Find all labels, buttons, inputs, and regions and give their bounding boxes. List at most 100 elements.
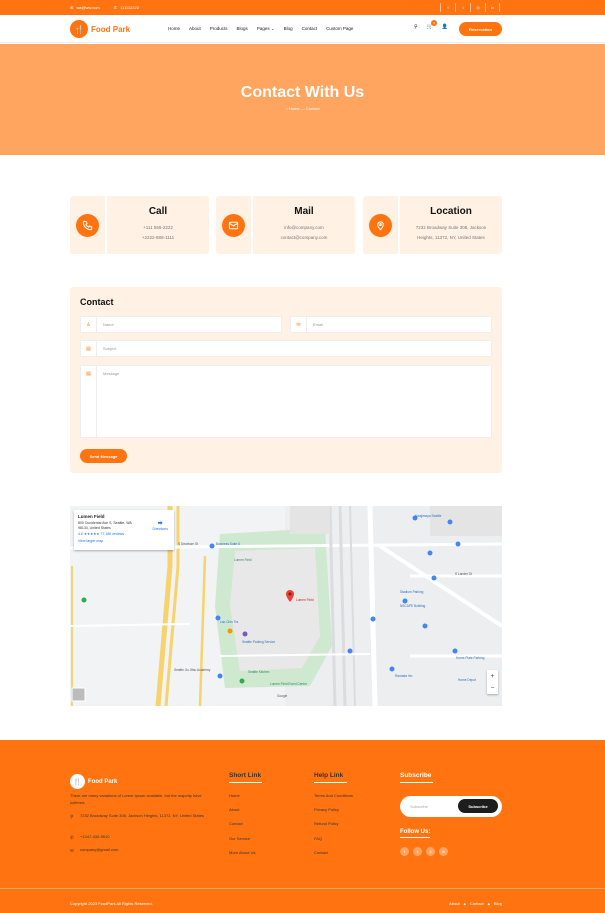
reservation-button[interactable]: Reservation (459, 22, 502, 36)
footer-logo[interactable]: 🍴 Food Park (70, 774, 117, 789)
bottom-link-about[interactable]: About (449, 901, 459, 906)
email-placeholder: Email (313, 322, 324, 327)
map-label: Lao Chin Tra (220, 620, 239, 624)
footer-link[interactable]: More About Us (229, 850, 255, 855)
site-logo[interactable]: 🍴 Food Park (70, 20, 130, 38)
instagram-icon[interactable]: ◎ (426, 847, 435, 856)
breadcrumb: ⌂ Home — Contact (0, 106, 605, 111)
footer-about: There are many variations of Lorem Ipsum… (70, 793, 202, 805)
zoom-out-button[interactable]: − (490, 685, 494, 692)
map-label: Seattle Jiu Jitsu Academy (174, 668, 211, 672)
twitter-icon[interactable]: t (413, 847, 422, 856)
linkedin-icon[interactable]: in (439, 847, 448, 856)
google-map[interactable]: Lumen Field 800 Occidental Ave S, Seattl… (70, 506, 502, 706)
subject-field[interactable]: ▤ Subject (80, 340, 492, 357)
footer-link[interactable]: Terms And Conditions (314, 793, 353, 798)
message-field[interactable]: ▤ Message (80, 365, 492, 438)
topbar-email-text: wa@ww.com (76, 5, 100, 10)
nav-blog[interactable]: Blog (284, 26, 293, 32)
search-icon[interactable]: ⚲ (414, 24, 418, 30)
map-reviews-link[interactable]: 77,180 reviews (101, 532, 125, 536)
bottom-link-blog[interactable]: Blog (494, 901, 502, 906)
map-label: Google (277, 694, 288, 698)
linkedin-icon[interactable]: in (485, 3, 500, 12)
card-line: +111 555-2222 (143, 225, 173, 230)
book-icon: ▤ (81, 341, 97, 356)
map-place-card: Lumen Field 800 Occidental Ave S, Seattl… (74, 510, 174, 550)
nav-products[interactable]: Products (210, 26, 228, 32)
user-icon[interactable]: 👤 (442, 24, 448, 30)
card-title: Mail (294, 206, 314, 217)
footer-address: ⚲ 7232 Broadway Suite 308, Jackson Heigh… (70, 813, 210, 821)
footer-phone[interactable]: ✆ +1347-430-9510 (70, 834, 109, 842)
map-rating-stars: 4.6 ★★★★★ (78, 532, 100, 537)
nav-blogs[interactable]: Blogs (237, 26, 248, 32)
header-icons: ⚲ 🛒 0 👤 (414, 20, 448, 30)
footer-email[interactable]: ✉ company@gmail.com (70, 847, 119, 855)
mail-icon: ✉ (70, 848, 74, 853)
map-label: Stadium Parking (400, 590, 424, 594)
map-label: Seattle Kitchen (248, 670, 270, 674)
map-zoom-control: + − (487, 670, 498, 694)
bullet-separator: ◆ (487, 901, 490, 906)
nav-custom-page[interactable]: Custom Page (326, 26, 353, 32)
map-label: Ramada Inn (395, 674, 413, 678)
footer-link[interactable]: Contact (229, 821, 255, 826)
subject-placeholder: Subject (103, 346, 117, 351)
nav-contact[interactable]: Contact (302, 26, 318, 32)
facebook-icon[interactable]: f (400, 847, 409, 856)
map-label: S Dearborn St (178, 542, 199, 546)
fork-spoon-icon: 🍴 (70, 774, 85, 789)
map-label: Home Plate Parking (456, 656, 485, 660)
map-label: NSCAPE Building (400, 604, 426, 608)
location-icon (369, 213, 392, 237)
directions-icon: ⮕ (157, 521, 163, 527)
name-field[interactable]: ♙ Name (80, 316, 282, 333)
home-icon: ⌂ (285, 106, 288, 111)
footer-link[interactable]: FAQ (314, 836, 353, 841)
nav-pages[interactable]: Pages ⌄ (257, 26, 275, 32)
twitter-icon[interactable]: t (455, 3, 470, 12)
directions-button[interactable]: ⮕ Directions (152, 520, 168, 531)
page-title: Contact With Us (240, 84, 365, 101)
facebook-icon[interactable]: f (440, 3, 455, 12)
bottom-link-contact[interactable]: Contact (470, 901, 484, 906)
footer-address-text: 7232 Broadway Suite 308, Jackson Heights… (80, 813, 204, 818)
breadcrumb-home[interactable]: Home (289, 106, 300, 111)
footer-link[interactable]: About (229, 807, 255, 812)
footer-link[interactable]: Contact (314, 850, 353, 855)
map-label: Uwajimaya Seattle (415, 514, 442, 518)
subscribe-input[interactable]: Subscribe Subscribe (400, 796, 502, 817)
card-title: Location (430, 206, 472, 217)
mail-icon (222, 213, 245, 237)
zoom-in-button[interactable]: + (490, 673, 494, 680)
footer-link[interactable]: Our Service (229, 836, 255, 841)
subscribe-placeholder: Subscribe (410, 804, 428, 809)
chevron-down-icon: ⌄ (269, 26, 275, 31)
instagram-icon[interactable]: ◎ (470, 3, 485, 12)
map-label: Lumen Field (234, 558, 252, 562)
cart-count-badge: 0 (430, 20, 437, 26)
topbar-phone[interactable]: ✆ 111112222 (114, 5, 139, 10)
footer-link[interactable]: Home (229, 793, 255, 798)
card-line: info@company.com (284, 225, 324, 230)
nav-pages-label: Pages (256, 26, 270, 31)
send-message-button[interactable]: Send Message (80, 449, 127, 463)
nav-about[interactable]: About (189, 26, 201, 32)
help-link-title: Help Link (314, 772, 347, 783)
nav-home[interactable]: Home (168, 26, 180, 32)
breadcrumb-current: Contact (305, 106, 320, 111)
info-card-location: Location 7232 Broadway Suite 308, Jackso… (363, 196, 502, 254)
cart-button[interactable]: 🛒 0 (427, 20, 437, 30)
name-placeholder: Name (103, 322, 114, 327)
site-header: 🍴 Food Park Home About Products Blogs Pa… (0, 15, 605, 43)
footer-link[interactable]: Refund Policy (314, 821, 353, 826)
email-field[interactable]: ✉ Email (290, 316, 492, 333)
footer-link[interactable]: Privacy Policy (314, 807, 353, 812)
view-larger-map-link[interactable]: View larger map (78, 539, 170, 543)
short-link-title: Short Link (229, 772, 262, 783)
logo-text: Food Park (91, 24, 131, 34)
subscribe-button[interactable]: Subscribe (458, 799, 498, 813)
map-place-rating: 4.6 ★★★★★ 77,180 reviews (78, 532, 170, 536)
topbar-email[interactable]: ✉ wa@ww.com (70, 5, 100, 10)
